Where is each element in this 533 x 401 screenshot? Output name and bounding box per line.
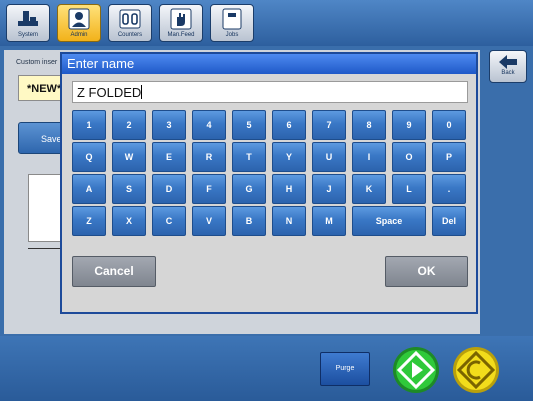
back-arrow-icon: [499, 55, 517, 69]
name-field[interactable]: *NEW*: [18, 75, 66, 101]
toolbar-label: System: [17, 32, 38, 38]
name-input-value: Z FOLDED: [77, 85, 142, 100]
key-a[interactable]: A: [72, 174, 106, 204]
key-q[interactable]: Q: [72, 142, 106, 172]
key-1[interactable]: 1: [72, 110, 106, 140]
dialog-title: Enter name: [62, 54, 476, 74]
key-7[interactable]: 7: [312, 110, 346, 140]
key-6[interactable]: 6: [272, 110, 306, 140]
cancel-button[interactable]: Cancel: [72, 256, 156, 287]
key-s[interactable]: S: [112, 174, 146, 204]
toolbar-label: Counters: [117, 32, 143, 38]
key-j[interactable]: J: [312, 174, 346, 204]
key-h[interactable]: H: [272, 174, 306, 204]
toolbar-jobs-button[interactable]: Jobs: [210, 4, 254, 42]
toolbar-label: Jobs: [225, 32, 239, 38]
key-2[interactable]: 2: [112, 110, 146, 140]
admin-icon: [68, 8, 90, 30]
stop-icon[interactable]: [452, 346, 500, 394]
key-del[interactable]: Del: [432, 206, 466, 236]
key-k[interactable]: K: [352, 174, 386, 204]
enter-name-dialog: Enter name Z FOLDED 1234567890 QWERTYUIOP…: [60, 52, 478, 314]
key-c[interactable]: C: [152, 206, 186, 236]
key-o[interactable]: O: [392, 142, 426, 172]
back-label: Back: [501, 70, 515, 76]
key-b[interactable]: B: [232, 206, 266, 236]
custom-insert-label: Custom inser: [16, 59, 58, 66]
key-g[interactable]: G: [232, 174, 266, 204]
name-input[interactable]: Z FOLDED: [72, 81, 468, 103]
toolbar-admin-button[interactable]: Admin: [57, 4, 101, 42]
key-v[interactable]: V: [192, 206, 226, 236]
counters-icon: [119, 9, 141, 29]
key-z[interactable]: Z: [72, 206, 106, 236]
key-x[interactable]: X: [112, 206, 146, 236]
start-icon[interactable]: [392, 346, 440, 394]
text-caret: [141, 85, 143, 99]
key-y[interactable]: Y: [272, 142, 306, 172]
key-9[interactable]: 9: [392, 110, 426, 140]
key-n[interactable]: N: [272, 206, 306, 236]
key-l[interactable]: L: [392, 174, 426, 204]
key-m[interactable]: M: [312, 206, 346, 236]
key-p[interactable]: P: [432, 142, 466, 172]
ok-button[interactable]: OK: [385, 256, 468, 287]
key-period[interactable]: .: [432, 174, 466, 204]
toolbar-label: Admin: [70, 32, 88, 38]
key-d[interactable]: D: [152, 174, 186, 204]
toolbar-system-button[interactable]: System: [6, 4, 50, 42]
key-4[interactable]: 4: [192, 110, 226, 140]
key-i[interactable]: I: [352, 142, 386, 172]
key-r[interactable]: R: [192, 142, 226, 172]
toolbar-label: Man.Feed: [167, 32, 195, 38]
key-w[interactable]: W: [112, 142, 146, 172]
key-5[interactable]: 5: [232, 110, 266, 140]
key-t[interactable]: T: [232, 142, 266, 172]
key-space[interactable]: Space: [352, 206, 426, 236]
key-0[interactable]: 0: [432, 110, 466, 140]
toolbar-manfeed-button[interactable]: Man.Feed: [159, 4, 203, 42]
jobs-icon: [222, 8, 242, 30]
key-8[interactable]: 8: [352, 110, 386, 140]
key-3[interactable]: 3: [152, 110, 186, 140]
system-icon: [18, 11, 38, 26]
save-button[interactable]: Save: [18, 122, 66, 154]
key-f[interactable]: F: [192, 174, 226, 204]
hand-icon: [170, 8, 192, 30]
key-u[interactable]: U: [312, 142, 346, 172]
back-button[interactable]: Back: [489, 50, 527, 83]
key-e[interactable]: E: [152, 142, 186, 172]
purge-button[interactable]: Purge: [320, 352, 370, 386]
toolbar-counters-button[interactable]: Counters: [108, 4, 152, 42]
